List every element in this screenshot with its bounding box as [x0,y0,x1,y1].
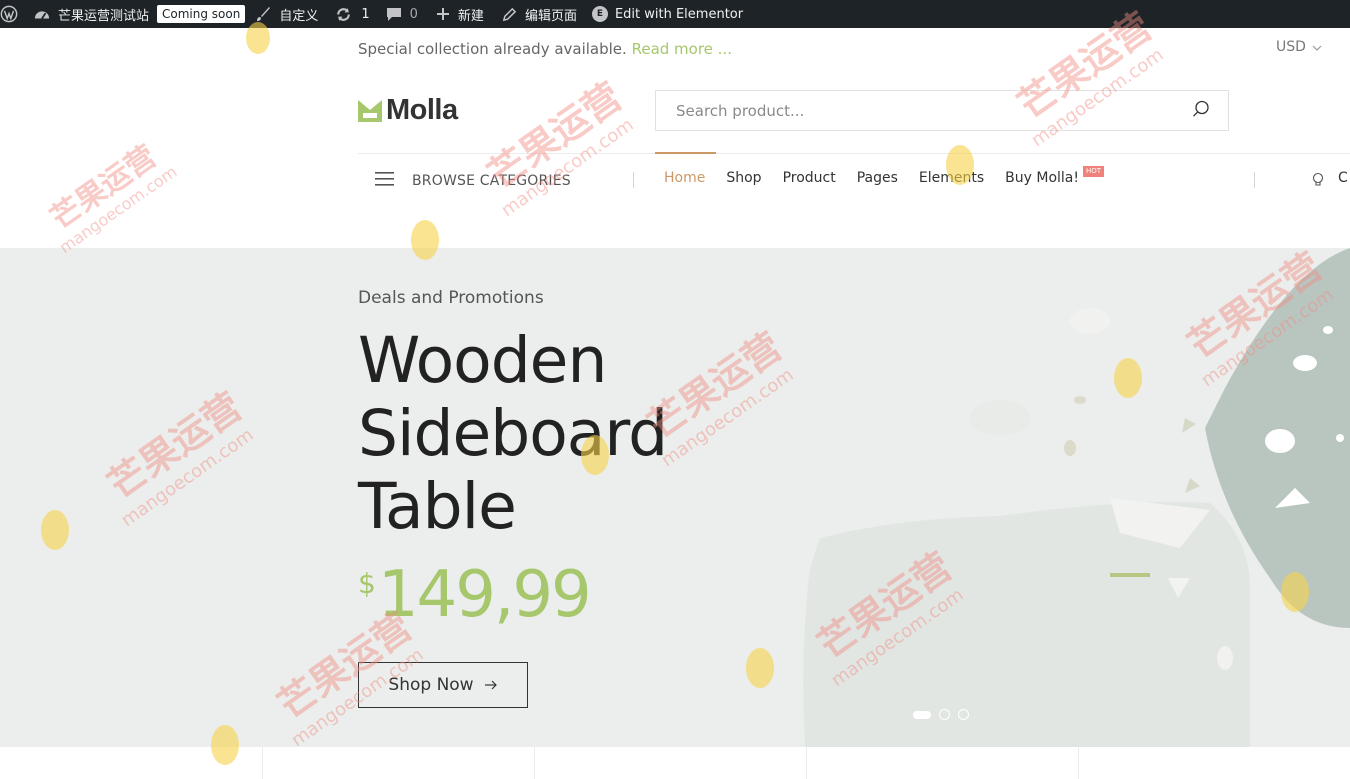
menu-item-home[interactable]: Home [664,170,705,186]
site-name-label: 芒果运营测试站 [58,8,150,24]
edit-elementor-label: Edit with Elementor [614,6,744,22]
slider-dot[interactable] [958,709,969,720]
currency-label: USD [1276,39,1306,55]
price-amount: 149,99 [377,558,592,632]
menu-item-buy-molla[interactable]: Buy Molla! [1005,170,1079,186]
hero-subtitle: Deals and Promotions [358,288,544,308]
edit-page-button[interactable]: 编辑页面 [502,0,577,28]
hero-slider [0,248,1350,747]
hero-title: Wooden Sideboard Table [358,324,668,543]
top-announcement: Special collection already available. Re… [358,40,732,58]
menu-item-elements[interactable]: Elements [919,170,984,186]
hamburger-icon [375,171,394,190]
menu-item-pages[interactable]: Pages [857,170,898,186]
slider-dot[interactable] [939,709,950,720]
hero-title-line: Table [358,470,517,543]
shop-now-button[interactable]: Shop Now [358,662,528,708]
molla-logo-icon [358,99,382,122]
hot-badge: HOT [1083,166,1105,177]
updates-count: 1 [361,6,370,22]
strip-divider [806,747,807,779]
comment-icon [386,6,402,22]
comments-count: 0 [409,6,418,22]
comments-button[interactable]: 0 [386,0,418,28]
edit-page-label: 编辑页面 [524,8,577,24]
site-name-menu[interactable]: 芒果运营测试站 Coming soon [33,0,246,28]
watermark-domain: mangoecom.com [498,114,638,221]
new-label: 新建 [457,8,484,24]
strip-divider [534,747,535,779]
logo-text: Molla [386,94,458,126]
admin-bar: 芒果运营测试站 Coming soon 自定义 1 0 新建 编辑页面 E Ed… [0,0,1350,28]
watermark-text: 芒果运营 [45,139,163,236]
search-box [655,90,1229,131]
currency-dropdown[interactable]: USD [1276,39,1322,55]
wordpress-icon [0,5,18,23]
updates-button[interactable]: 1 [335,0,370,28]
hero-price: $ 149,99 [358,558,592,632]
browse-categories-toggle[interactable]: BROWSE CATEGORIES [375,171,571,190]
lightbulb-icon [1312,172,1324,192]
dashboard-icon [33,6,51,22]
slider-dot[interactable] [913,710,931,719]
hero-title-line: Sideboard [358,397,668,470]
nav-separator-right [1254,172,1255,188]
hero-background-illustration [803,248,1350,747]
nav-divider [358,153,1350,154]
menu-item-product[interactable]: Product [783,170,836,186]
nav-separator [633,172,634,188]
coming-soon-badge: Coming soon [157,5,246,23]
site-logo[interactable]: Molla [358,94,458,127]
customize-button[interactable]: 自定义 [255,0,318,28]
strip-divider [1078,747,1079,779]
edit-elementor-button[interactable]: E Edit with Elementor [591,0,744,28]
shop-now-label: Shop Now [388,675,474,695]
browse-categories-label: BROWSE CATEGORIES [412,172,571,189]
read-more-link[interactable]: Read more ... [632,40,732,58]
new-content-button[interactable]: 新建 [436,0,484,28]
updates-icon [335,6,352,23]
brush-icon [255,6,271,22]
search-input[interactable] [676,101,1156,120]
wordpress-logo-button[interactable] [0,0,18,28]
main-menu: Home Shop Product Pages Elements Buy Mol… [664,170,1100,186]
clearance-link-partial[interactable]: C [1338,170,1348,186]
chevron-down-icon [1312,39,1322,55]
hero-title-line: Wooden [358,324,607,397]
category-strip [0,747,1350,779]
customize-label: 自定义 [279,8,319,24]
announcement-text: Special collection already available. [358,40,627,58]
search-icon[interactable] [1192,100,1210,122]
menu-item-shop[interactable]: Shop [726,170,761,186]
watermark-domain: mangoecom.com [56,162,181,257]
price-currency: $ [358,567,376,600]
arrow-right-icon [484,675,498,695]
plus-icon [436,7,450,21]
nav-active-indicator [655,152,716,154]
strip-divider [262,747,263,779]
slider-dots [913,709,969,720]
pencil-icon [502,7,517,22]
elementor-icon: E [591,6,608,22]
